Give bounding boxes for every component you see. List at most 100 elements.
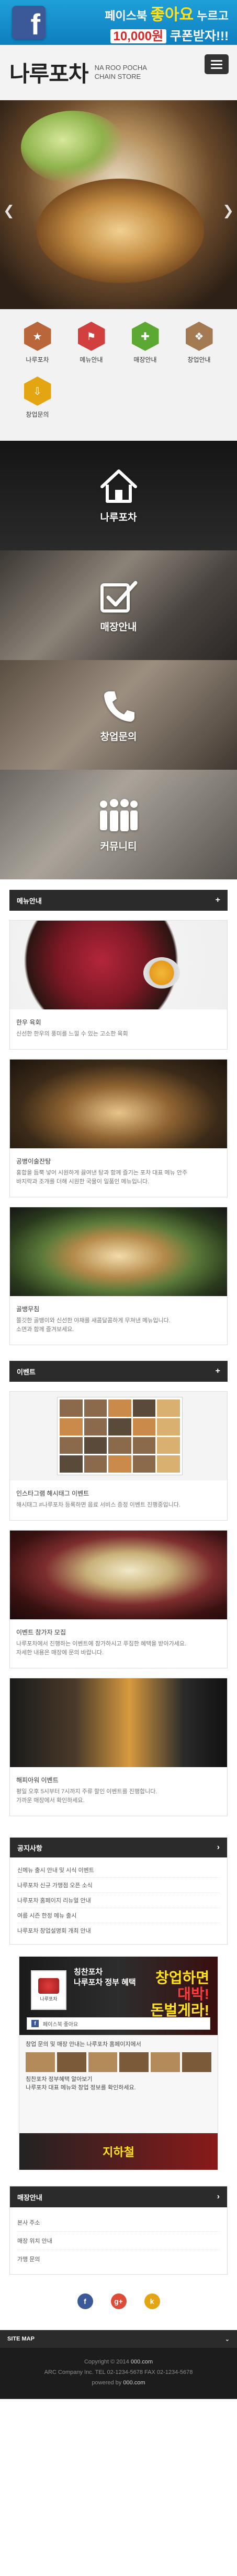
facebook-icon[interactable]: f [77,2293,93,2310]
quick-nav-item-menu[interactable]: ⚑ 메뉴안내 [64,322,118,364]
notice-header[interactable]: 공지사항 › [10,1838,227,1858]
chevron-right-icon[interactable]: › [217,1843,220,1852]
event-card-desc: 자세한 내용은 매장에 문의 바랍니다. [16,1650,104,1656]
hero-slider[interactable]: ❮ ❯ [0,100,237,309]
site-header: 나루포차 NA ROO POCHA CHAIN STORE [0,45,237,100]
event-card[interactable]: 이벤트 참가자 모집 나루포차에서 진행하는 이벤트에 참가하시고 푸짐한 혜택… [9,1530,228,1669]
store-info-item[interactable]: 본사 주소 [17,2214,220,2232]
menu-card-body: 골뱅무침 쫄깃한 골뱅이와 신선한 야채를 새콤달콤하게 무쳐낸 메뉴입니다. … [10,1296,227,1345]
event-card-body: 해피아워 이벤트 평일 오후 5시부터 7시까지 주류 할인 이벤트를 진행합니… [10,1767,227,1816]
powered-by-prefix: powered by [92,2380,123,2386]
powered-by-link[interactable]: 000.com [123,2380,145,2386]
hero-image-dish [37,179,204,283]
event-card-body: 인스타그램 해시태그 이벤트 해시태그 #나루포차 등록하면 음료 서비스 증정… [10,1480,227,1520]
chevron-down-icon: ⌄ [224,2336,230,2343]
quick-nav-label: 매장안내 [133,356,157,363]
plus-icon[interactable]: + [216,896,220,905]
facebook-banner[interactable]: f 페이스북 좋아요 누르고 10,000원 쿠폰받자!!! [0,0,237,45]
menu-section-header[interactable]: 메뉴안내 + [9,890,228,911]
slider-prev-icon[interactable]: ❮ [3,203,15,219]
promo-cta: 창업하면 대박! 돈벌게라! [151,1970,209,2018]
panel-stores[interactable]: 매장안내 [0,550,237,660]
notice-item[interactable]: 신메뉴 출시 안내 및 시식 이벤트 [17,1863,220,1878]
notice-item[interactable]: 나루포차 홈페이지 리뉴얼 안내 [17,1893,220,1909]
menu-section: 메뉴안내 + 한우 육회 신선한 한우의 풍미를 느낄 수 있는 고소한 육회 … [0,879,237,1351]
panel-community[interactable]: 커뮤니티 [0,770,237,879]
store-info-item[interactable]: 매장 위치 안내 [17,2232,220,2251]
panel-label: 창업문의 [100,731,137,743]
promo-badge-image [38,1978,59,1994]
social-links: f g+ k [0,2275,237,2331]
community-icon [99,798,138,831]
egg-yolk-image [143,957,180,989]
menu-card-desc: 바지락과 조개를 더해 시원한 국물이 일품인 메뉴입니다. [16,1179,150,1185]
event-card[interactable]: 해피아워 이벤트 평일 오후 5시부터 7시까지 주류 할인 이벤트를 진행합니… [9,1678,228,1817]
banner-coupon-amount: 10,000원 [110,29,167,43]
download-icon: ⇩ [24,377,51,406]
quick-nav-icon-wrap: ★ [23,322,52,351]
quick-nav-item-inquiry[interactable]: ⇩ 창업문의 [10,377,64,419]
menu-card-desc: 소면과 함께 즐겨보세요. [16,1326,74,1333]
event-section-header[interactable]: 이벤트 + [9,1361,228,1382]
powered-by-line: powered by 000.com [5,2378,232,2389]
promo-title: 칭찬포차 나루포차 정부 혜택 [74,1967,136,1987]
promo-body-line: 칭찬포차 정부혜택 알아보기 [26,2076,93,2083]
hamburger-menu-button[interactable] [205,54,229,74]
facebook-logo-wrap: f [0,0,58,45]
copyright-site-link[interactable]: 000.com [131,2359,153,2365]
flag-icon: ⚑ [77,322,105,351]
event-card-body: 이벤트 참가자 모집 나루포차에서 진행하는 이벤트에 참가하시고 푸짐한 혜택… [10,1619,227,1668]
menu-card-desc: 쫄깃한 골뱅이와 신선한 야채를 새콤달콤하게 무쳐낸 메뉴입니다. [16,1318,171,1324]
quick-nav-icon-wrap: ⇩ [23,377,52,406]
instagram-collage [57,1397,183,1476]
event-card-title: 인스타그램 해시태그 이벤트 [16,1490,89,1498]
section-title: 메뉴안내 [17,897,42,905]
promo-title-line1: 칭찬포차 [74,1968,103,1977]
site-title[interactable]: 나루포차 [9,56,89,88]
event-card[interactable]: 인스타그램 해시태그 이벤트 해시태그 #나루포차 등록하면 음료 서비스 증정… [9,1391,228,1521]
menu-card[interactable]: 한우 육회 신선한 한우의 풍미를 느낄 수 있는 고소한 육회 [9,920,228,1050]
subtitle-line2: CHAIN STORE [94,72,141,80]
google-plus-icon[interactable]: g+ [110,2293,127,2310]
page: f 페이스북 좋아요 누르고 10,000원 쿠폰받자!!! 나루포차 NA R… [0,0,237,2399]
home-icon [100,469,137,503]
event-section: 이벤트 + 인스타그램 해시태그 이벤트 해시태그 #나루포차 등록하면 음료 … [0,1350,237,1822]
menu-card[interactable]: 골뱅무침 쫄깃한 골뱅이와 신선한 야채를 새콤달콤하게 무쳐낸 메뉴입니다. … [9,1207,228,1346]
event-card-desc: 가까운 매장에서 확인하세요. [16,1797,85,1804]
event-card-image [10,1531,227,1620]
quick-nav-item-stores[interactable]: ✚ 매장안내 [118,322,172,364]
subtitle-line1: NA ROO POCHA [94,64,147,72]
checkbox-icon [100,581,137,613]
slider-next-icon[interactable]: ❯ [222,203,234,219]
store-info-header[interactable]: 매장안내 › [10,2186,227,2208]
bookmark-icon: ❖ [185,322,213,351]
banner-text: 페이스북 좋아요 누르고 10,000원 쿠폰받자!!! [58,2,237,44]
promo-like-bar[interactable]: f 페이스북 좋아요 [27,2017,210,2030]
notice-item[interactable]: 나루포차 신규 가맹점 오픈 소식 [17,1878,220,1893]
notice-list: 신메뉴 출시 안내 및 시식 이벤트 나루포차 신규 가맹점 오픈 소식 나루포… [10,1857,227,1944]
event-card-title: 해피아워 이벤트 [16,1777,59,1784]
quick-nav-item-brand[interactable]: ★ 나루포차 [10,322,64,364]
kakao-icon[interactable]: k [144,2293,160,2310]
event-card-title: 이벤트 참가자 모집 [16,1629,66,1637]
quick-nav-icon-wrap: ❖ [185,322,214,351]
menu-card[interactable]: 공병이술잔탕 홍합을 듬뿍 넣어 시원하게 끓여낸 탕과 함께 즐기는 포차 대… [9,1059,228,1198]
quick-nav-item-startup[interactable]: ❖ 창업안내 [172,322,226,364]
sitemap-toggle[interactable]: SITE MAP ⌄ [0,2330,237,2348]
menu-card-title: 한우 육회 [16,1019,41,1026]
section-title: 매장안내 [17,2193,42,2202]
promo-banner[interactable]: 나루포차 칭찬포차 나루포차 정부 혜택 창업하면 대박! 돈벌게라! f 페이… [19,1956,218,2171]
banner-line2-suffix: 쿠폰받자!!! [166,29,229,43]
panel-label: 나루포차 [100,512,137,523]
panel-inquiry[interactable]: 창업문의 [0,660,237,770]
store-info-item[interactable]: 가맹 문의 [17,2250,220,2268]
panel-brand[interactable]: 나루포차 [0,441,237,550]
notice-item[interactable]: 여름 시즌 한정 메뉴 출시 [17,1908,220,1924]
section-title: 이벤트 [17,1368,36,1376]
notice-item[interactable]: 나루포차 창업설명회 개최 안내 [17,1923,220,1938]
promo-bar-text: 페이스북 좋아요 [43,2021,78,2028]
plus-icon[interactable]: + [216,1367,220,1376]
chevron-right-icon[interactable]: › [217,2192,220,2202]
menu-card-image [10,1060,227,1149]
event-card-desc: 나루포차에서 진행하는 이벤트에 참가하시고 푸짐한 혜택을 받아가세요. [16,1641,186,1648]
